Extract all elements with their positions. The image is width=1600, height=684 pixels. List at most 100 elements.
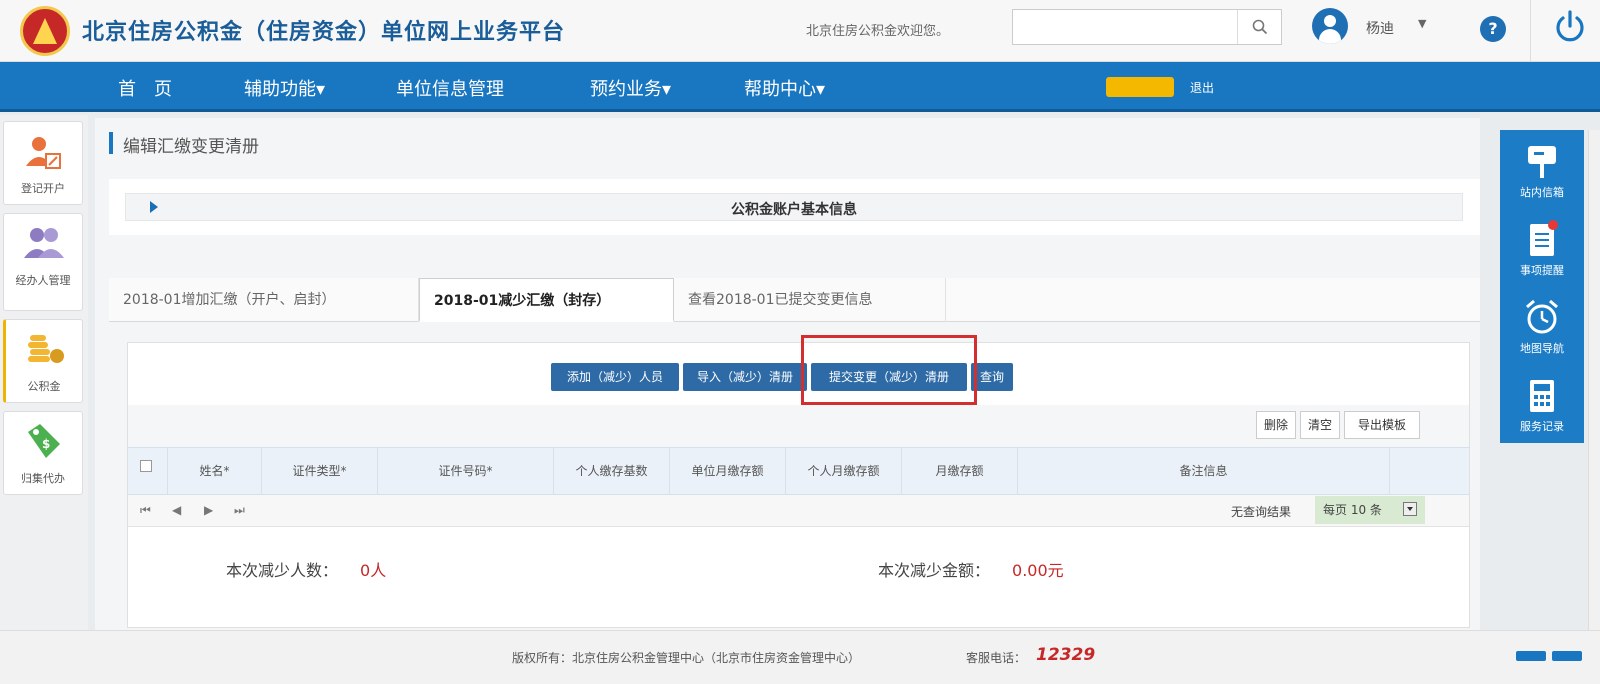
search-icon [1252, 19, 1268, 35]
sidebar-item-register[interactable]: 登记开户 [3, 121, 83, 205]
column-personal-monthly[interactable]: 个人月缴存额 [786, 448, 902, 496]
select-all-checkbox[interactable] [140, 460, 152, 472]
sidebar-item-label: 经办人管理 [15, 274, 71, 287]
account-info-section: 公积金账户基本信息 [109, 179, 1480, 235]
header-divider [1530, 0, 1531, 62]
right-item-label: 事项提醒 [1520, 264, 1564, 277]
copyright-text: 版权所有：北京住房公积金管理中心（北京市住房资金管理中心） [512, 651, 861, 665]
delete-button[interactable]: 删除 [1256, 411, 1296, 439]
right-item-map[interactable]: 地图导航 [1500, 286, 1584, 364]
main-panel: 编辑汇缴变更清册 公积金账户基本信息 2018-01增加汇缴（开户、启封） 20… [95, 118, 1480, 630]
prev-page-icon[interactable]: ◀ [172, 503, 181, 517]
sidebar-item-agent-management[interactable]: 经办人管理 [3, 213, 83, 311]
pager-info: 无查询结果 [1231, 505, 1292, 519]
right-item-label: 地图导航 [1520, 342, 1564, 355]
footer-badge-icon [1552, 651, 1582, 661]
nav-unit-info[interactable]: 单位信息管理 [396, 75, 504, 101]
hotline-number: 12329 [1036, 645, 1096, 665]
account-info-toggle[interactable]: 公积金账户基本信息 [125, 193, 1463, 221]
left-sidebar: 登记开户 经办人管理 公积金 $ 归集代办 [0, 115, 88, 630]
nav-assist-functions[interactable]: 辅助功能▾ [244, 75, 325, 101]
sidebar-item-label: 登记开户 [21, 182, 65, 195]
column-unit-monthly[interactable]: 单位月缴存额 [670, 448, 786, 496]
welcome-text: 北京住房公积金欢迎您。 [806, 24, 950, 39]
reduce-amount-label: 本次减少金额： [878, 561, 991, 580]
right-item-label: 站内信箱 [1520, 186, 1564, 199]
reduce-amount-summary: 本次减少金额： 0.00元 [878, 557, 1064, 581]
column-id-number[interactable]: 证件号码* [378, 448, 554, 496]
nav-badge [1106, 77, 1174, 97]
main-nav: 首 页 辅助功能▾ 单位信息管理 预约业务▾ 帮助中心▾ 退出 [0, 62, 1600, 112]
column-remarks[interactable]: 备注信息 [1018, 448, 1390, 496]
logo-icon [20, 6, 70, 56]
footer: 版权所有：北京住房公积金管理中心（北京市住房资金管理中心） 客服电话： 1232… [0, 630, 1600, 684]
add-person-button[interactable]: 添加（减少）人员 [551, 363, 679, 391]
tab-decrease-contribution[interactable]: 2018-01减少汇缴（封存） [419, 278, 674, 322]
column-name[interactable]: 姓名* [168, 448, 262, 496]
search-button[interactable] [1237, 10, 1281, 44]
select-all-column [128, 448, 168, 496]
chevron-down-icon[interactable] [1403, 502, 1417, 516]
reduce-count-value: 0人 [360, 561, 387, 580]
highlight-annotation [801, 335, 977, 405]
nav-help-center[interactable]: 帮助中心▾ [744, 75, 825, 101]
register-icon [26, 137, 61, 169]
page-title: 编辑汇缴变更清册 [123, 137, 259, 157]
sidebar-item-label: 归集代办 [21, 472, 65, 485]
reduce-count-summary: 本次减少人数： 0人 [226, 557, 386, 581]
table-header: 姓名* 证件类型* 证件号码* 个人缴存基数 单位月缴存额 个人月缴存额 月缴存… [128, 447, 1469, 496]
search-box [1012, 9, 1282, 45]
coins-icon [28, 335, 64, 363]
column-monthly-total[interactable]: 月缴存额 [902, 448, 1018, 496]
reduce-count-label: 本次减少人数： [226, 561, 339, 580]
hotline-label: 客服电话： [966, 651, 1027, 665]
user-avatar-icon[interactable] [1312, 8, 1348, 44]
first-page-icon[interactable]: ⏮ [140, 503, 151, 518]
title-accent [109, 132, 113, 154]
column-personal-base[interactable]: 个人缴存基数 [554, 448, 670, 496]
header: 北京住房公积金（住房资金）单位网上业务平台 北京住房公积金欢迎您。 杨迪 ▼ ? [0, 0, 1600, 62]
chevron-down-icon[interactable]: ▼ [1418, 17, 1426, 30]
sidebar-item-label: 公积金 [27, 380, 61, 393]
site-title: 北京住房公积金（住房资金）单位网上业务平台 [82, 20, 566, 45]
document-icon [1530, 220, 1558, 256]
username[interactable]: 杨迪 [1366, 18, 1394, 38]
tab-bar: 2018-01增加汇缴（开户、启封） 2018-01减少汇缴（封存） 查看201… [109, 278, 1480, 322]
alarm-clock-icon [1526, 299, 1558, 334]
tab-increase-contribution[interactable]: 2018-01增加汇缴（开户、启封） [109, 278, 419, 322]
svg-text:$: $ [42, 437, 50, 451]
tag-icon: $ [28, 424, 60, 458]
last-page-icon[interactable]: ⏭ [234, 503, 245, 518]
clear-button[interactable]: 清空 [1300, 411, 1340, 439]
sidebar-item-collection-agency[interactable]: $ 归集代办 [3, 411, 83, 495]
sidebar-item-provident-fund[interactable]: 公积金 [3, 319, 83, 403]
nav-appointments[interactable]: 预约业务▾ [590, 75, 671, 101]
power-icon[interactable] [1550, 8, 1590, 48]
nav-home[interactable]: 首 页 [118, 75, 172, 101]
per-page-label: 每页 10 条 [1323, 503, 1382, 517]
right-item-service-records[interactable]: 服务记录 [1500, 364, 1584, 442]
right-sidebar: 站内信箱 事项提醒 地图导航 服务记录 [1500, 130, 1584, 443]
import-list-button[interactable]: 导入（减少）清册 [683, 363, 807, 391]
footer-badge-icon [1516, 651, 1546, 661]
account-info-title: 公积金账户基本信息 [731, 202, 857, 218]
per-page-select[interactable]: 每页 10 条 [1315, 496, 1425, 524]
calculator-icon [1530, 380, 1554, 412]
pager: ⏮ ◀ ▶ ⏭ 无查询结果 每页 10 条 [128, 495, 1469, 527]
right-item-reminders[interactable]: 事项提醒 [1500, 208, 1584, 286]
export-template-button[interactable]: 导出模板 [1344, 411, 1420, 439]
help-icon[interactable]: ? [1480, 16, 1506, 42]
query-button[interactable]: 查询 [971, 363, 1013, 391]
grid-toolbar: 删除 清空 导出模板 [128, 405, 1469, 447]
mailbox-icon [1528, 146, 1556, 178]
column-id-type[interactable]: 证件类型* [262, 448, 378, 496]
search-input[interactable] [1013, 10, 1239, 44]
right-item-label: 服务记录 [1520, 420, 1564, 433]
users-icon [24, 228, 64, 258]
tab-view-submitted[interactable]: 查看2018-01已提交变更信息 [674, 278, 946, 322]
next-page-icon[interactable]: ▶ [204, 503, 213, 517]
tab-content: 添加（减少）人员 导入（减少）清册 提交变更（减少）清册 查询 删除 清空 导出… [127, 335, 1470, 628]
exit-link[interactable]: 退出 [1190, 79, 1214, 96]
page-scrollbar[interactable] [1588, 130, 1600, 630]
right-item-mailbox[interactable]: 站内信箱 [1500, 130, 1584, 208]
